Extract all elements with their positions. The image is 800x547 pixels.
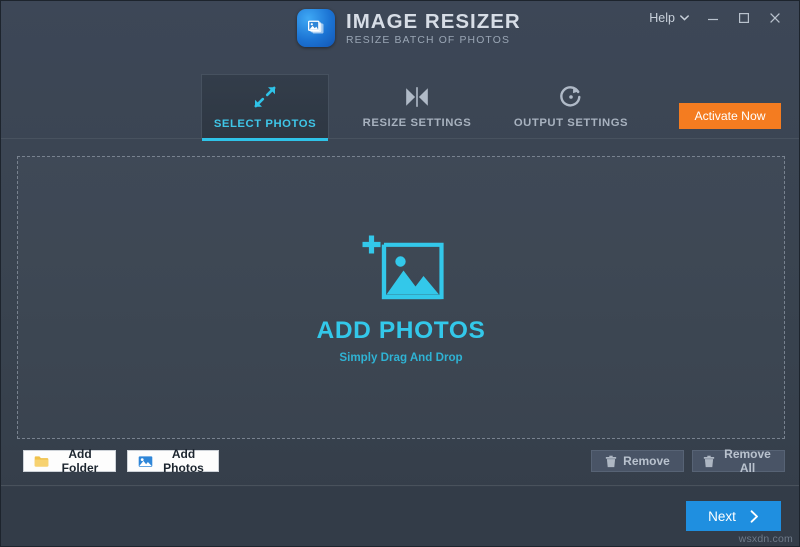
tab-label: OUTPUT SETTINGS bbox=[513, 116, 629, 129]
next-label: Next bbox=[708, 508, 736, 524]
brand-text-block: IMAGE RESIZER RESIZE BATCH OF PHOTOS bbox=[346, 10, 521, 47]
dropzone-subtitle: Simply Drag And Drop bbox=[339, 351, 463, 364]
tab-bar: SELECT PHOTOS RESIZE SETTINGS OUTPUT SET… bbox=[1, 74, 799, 142]
remove-all-label: Remove All bbox=[724, 447, 771, 475]
active-tab-indicator bbox=[202, 138, 328, 141]
add-photo-frame-icon bbox=[355, 231, 447, 303]
folder-icon bbox=[34, 455, 49, 468]
photo-icon bbox=[138, 455, 153, 468]
window-controls: Help bbox=[642, 7, 789, 29]
add-folder-label: Add Folder bbox=[61, 447, 99, 475]
image-resizer-window: IMAGE RESIZER RESIZE BATCH OF PHOTOS Hel… bbox=[0, 0, 800, 547]
close-icon[interactable] bbox=[761, 7, 789, 29]
help-label: Help bbox=[649, 11, 675, 25]
tab-select-photos[interactable]: SELECT PHOTOS bbox=[201, 74, 329, 141]
tab-bar-divider bbox=[1, 138, 799, 139]
chevron-down-icon bbox=[680, 15, 689, 21]
refresh-circle-icon bbox=[558, 84, 584, 110]
tab-resize-settings[interactable]: RESIZE SETTINGS bbox=[353, 74, 481, 138]
tab-output-settings[interactable]: OUTPUT SETTINGS bbox=[507, 74, 635, 138]
remove-all-button[interactable]: Remove All bbox=[692, 447, 785, 475]
dropzone-title: ADD PHOTOS bbox=[316, 317, 486, 344]
help-menu-button[interactable]: Help bbox=[642, 7, 696, 29]
app-title: IMAGE RESIZER bbox=[346, 9, 521, 33]
activate-now-button[interactable]: Activate Now bbox=[679, 103, 781, 129]
tab-label: RESIZE SETTINGS bbox=[362, 116, 472, 129]
tab-label: SELECT PHOTOS bbox=[213, 118, 317, 130]
photo-dropzone-panel[interactable]: ADD PHOTOS Simply Drag And Drop bbox=[17, 156, 785, 439]
title-bar: IMAGE RESIZER RESIZE BATCH OF PHOTOS Hel… bbox=[1, 1, 799, 67]
chevron-right-icon bbox=[750, 509, 759, 523]
next-button[interactable]: Next bbox=[686, 501, 781, 531]
trash-icon bbox=[605, 455, 617, 468]
maximize-icon[interactable] bbox=[730, 7, 758, 29]
stacked-photos-icon bbox=[297, 9, 335, 47]
file-actions-toolbar: Add Folder Add Photos Remove Remove All bbox=[1, 447, 799, 486]
watermark-text: wsxdn.com bbox=[738, 533, 793, 545]
minimize-icon[interactable] bbox=[699, 7, 727, 29]
add-photos-button[interactable]: Add Photos bbox=[127, 447, 219, 475]
resize-collapse-icon bbox=[403, 84, 431, 110]
toolbar-divider bbox=[1, 485, 799, 486]
app-branding: IMAGE RESIZER RESIZE BATCH OF PHOTOS bbox=[297, 9, 521, 47]
expand-arrows-icon bbox=[251, 83, 279, 111]
add-folder-button[interactable]: Add Folder bbox=[23, 447, 116, 475]
remove-button[interactable]: Remove bbox=[591, 450, 684, 472]
app-subtitle: RESIZE BATCH OF PHOTOS bbox=[346, 35, 511, 47]
trash-icon bbox=[703, 455, 715, 468]
add-photos-label: Add Photos bbox=[163, 447, 204, 475]
remove-label: Remove bbox=[623, 454, 670, 468]
dropzone-content[interactable]: ADD PHOTOS Simply Drag And Drop bbox=[18, 157, 784, 438]
footer-bar: Next wsxdn.com bbox=[1, 487, 799, 546]
